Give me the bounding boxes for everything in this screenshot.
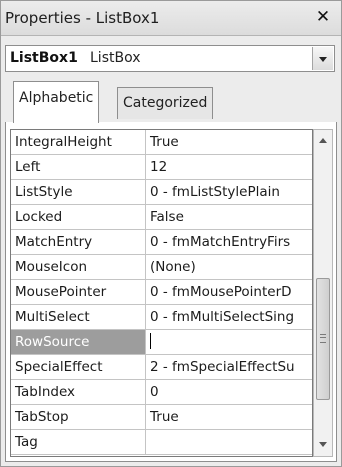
- property-name[interactable]: MultiSelect: [11, 305, 146, 329]
- scrollbar-thumb[interactable]: [316, 278, 330, 400]
- title-bar[interactable]: Properties - ListBox1 ✕: [1, 1, 341, 36]
- property-row[interactable]: Tag: [11, 430, 312, 455]
- chevron-down-icon: [319, 57, 327, 62]
- object-selector[interactable]: ListBox1 ListBox: [5, 45, 335, 72]
- property-value[interactable]: 0 - fmMousePointerD: [146, 280, 312, 304]
- property-value[interactable]: (None): [146, 255, 312, 279]
- property-value[interactable]: 12: [146, 155, 312, 179]
- property-row[interactable]: Left 12: [11, 155, 312, 180]
- property-name[interactable]: TabIndex: [11, 380, 146, 404]
- properties-panel: IntegralHeight True Left 12 ListStyle 0 - fmL…: [5, 122, 337, 462]
- vertical-scrollbar[interactable]: [313, 129, 333, 457]
- property-value[interactable]: 0: [146, 380, 312, 404]
- property-name[interactable]: Locked: [11, 205, 146, 229]
- property-name[interactable]: Left: [11, 155, 146, 179]
- scroll-down-button[interactable]: [314, 436, 332, 454]
- property-value[interactable]: True: [146, 405, 312, 429]
- property-row[interactable]: MultiSelect 0 - fmMultiSelectSing: [11, 305, 312, 330]
- tab-alphabetic[interactable]: Alphabetic: [13, 81, 100, 123]
- window-title: Properties - ListBox1: [5, 9, 160, 27]
- property-row[interactable]: Locked False: [11, 205, 312, 230]
- property-row[interactable]: RowSource: [11, 330, 312, 355]
- object-type: ListBox: [90, 50, 141, 66]
- property-row[interactable]: MouseIcon (None): [11, 255, 312, 280]
- property-name[interactable]: ListStyle: [11, 180, 146, 204]
- object-name: ListBox1: [10, 50, 78, 66]
- property-name[interactable]: RowSource: [11, 330, 146, 354]
- close-icon[interactable]: ✕: [311, 6, 335, 28]
- property-row[interactable]: IntegralHeight True: [11, 130, 312, 155]
- property-value[interactable]: True: [146, 130, 312, 154]
- properties-window: Properties - ListBox1 ✕ ListBox1 ListBox…: [0, 0, 342, 467]
- property-value[interactable]: [146, 330, 312, 354]
- property-value[interactable]: False: [146, 205, 312, 229]
- property-row[interactable]: TabIndex 0: [11, 380, 312, 405]
- text-caret: [150, 333, 151, 349]
- scroll-up-button[interactable]: [314, 132, 332, 150]
- arrow-down-icon: [319, 442, 327, 447]
- property-name[interactable]: MatchEntry: [11, 230, 146, 254]
- property-grid: IntegralHeight True Left 12 ListStyle 0 - fmL…: [10, 129, 313, 457]
- property-value[interactable]: 2 - fmSpecialEffectSu: [146, 355, 312, 379]
- property-name[interactable]: IntegralHeight: [11, 130, 146, 154]
- property-row[interactable]: SpecialEffect 2 - fmSpecialEffectSu: [11, 355, 312, 380]
- property-value[interactable]: 0 - fmMultiSelectSing: [146, 305, 312, 329]
- arrow-up-icon: [319, 138, 327, 143]
- tab-bar: Alphabetic Categorized: [1, 81, 341, 123]
- grip-icon: [320, 334, 326, 343]
- property-row[interactable]: ListStyle 0 - fmListStylePlain: [11, 180, 312, 205]
- property-name[interactable]: MousePointer: [11, 280, 146, 304]
- object-selector-dropdown-button[interactable]: [312, 47, 333, 70]
- property-name[interactable]: Tag: [11, 430, 146, 454]
- property-value[interactable]: 0 - fmListStylePlain: [146, 180, 312, 204]
- property-name[interactable]: SpecialEffect: [11, 355, 146, 379]
- property-row[interactable]: MatchEntry 0 - fmMatchEntryFirs: [11, 230, 312, 255]
- property-row[interactable]: TabStop True: [11, 405, 312, 430]
- tab-categorized[interactable]: Categorized: [117, 87, 214, 119]
- property-name[interactable]: MouseIcon: [11, 255, 146, 279]
- property-value[interactable]: 0 - fmMatchEntryFirs: [146, 230, 312, 254]
- property-row[interactable]: MousePointer 0 - fmMousePointerD: [11, 280, 312, 305]
- property-value[interactable]: [146, 430, 312, 454]
- property-name[interactable]: TabStop: [11, 405, 146, 429]
